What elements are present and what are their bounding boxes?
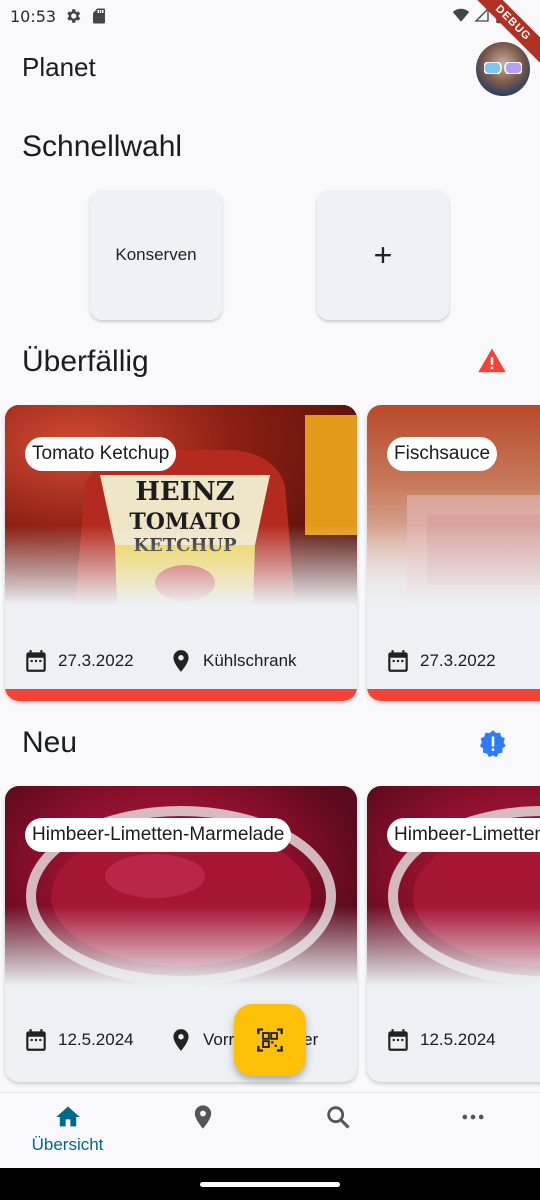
signal-icon — [474, 7, 489, 22]
card-meta: 12.5.2024 — [385, 1026, 540, 1054]
warning-icon — [478, 348, 506, 373]
bottom-navigation: Übersicht — [0, 1092, 540, 1168]
svg-text:HEINZ: HEINZ — [135, 477, 234, 507]
quick-select-title: Schnellwahl — [22, 130, 183, 163]
nav-item-overview[interactable]: Übersicht — [0, 1093, 135, 1168]
overdue-card[interactable]: Fischsauce 27.3.2022 — [367, 405, 540, 701]
nav-item-locations[interactable] — [135, 1093, 270, 1168]
app-screen: 10:53 DEBUG Planet Schnellwahl Konserven… — [0, 0, 540, 1200]
scan-qr-fab[interactable] — [234, 1004, 306, 1076]
calendar-icon — [26, 1029, 46, 1051]
settings-icon — [67, 9, 81, 23]
new-badge-icon — [479, 730, 506, 758]
battery-icon — [496, 6, 504, 24]
card-image-fade — [5, 525, 357, 605]
card-image-fade — [367, 525, 540, 605]
wifi-icon — [452, 8, 470, 22]
nav-item-more[interactable] — [405, 1093, 540, 1168]
new-title: Neu — [22, 726, 78, 759]
calendar-icon — [388, 1029, 408, 1051]
quick-select-tile-konserven[interactable]: Konserven — [90, 190, 222, 320]
home-gesture-pill[interactable] — [200, 1182, 340, 1187]
quick-select-add-button[interactable]: + — [317, 190, 449, 320]
card-location: Kühlschrank — [168, 648, 297, 674]
card-title-chip: Fischsauce — [387, 437, 498, 471]
app-title: Planet — [22, 52, 96, 82]
home-icon — [55, 1106, 80, 1127]
card-meta: 27.3.2022 Kühlschrank — [23, 647, 339, 675]
card-date-text: 27.3.2022 — [58, 651, 134, 670]
location-pin-icon — [194, 1105, 211, 1129]
card-date-text: 12.5.2024 — [420, 1030, 496, 1049]
status-time: 10:53 — [10, 6, 57, 26]
card-date: 27.3.2022 — [385, 648, 530, 674]
nav-item-search[interactable] — [270, 1093, 405, 1168]
card-date: 27.3.2022 — [23, 648, 168, 674]
card-meta: 27.3.2022 — [385, 647, 540, 675]
calendar-icon — [388, 650, 408, 672]
card-title-chip: Tomato Ketchup — [25, 437, 177, 471]
card-date: 12.5.2024 — [385, 1027, 530, 1053]
card-date: 12.5.2024 — [23, 1027, 168, 1053]
overdue-stripe — [367, 689, 540, 701]
calendar-icon — [26, 650, 46, 672]
card-date-text: 27.3.2022 — [420, 651, 496, 670]
sd-card-icon — [93, 8, 106, 24]
card-location-text: Kühlschrank — [203, 651, 297, 670]
location-pin-icon — [173, 1029, 189, 1051]
card-image-fade — [5, 906, 357, 986]
status-icons — [452, 6, 506, 24]
new-card[interactable]: Himbeer-Limetten-Marmelade 12.5.2024 — [367, 786, 540, 1082]
app-bar: Planet — [0, 40, 540, 100]
more-icon — [462, 1114, 483, 1120]
overdue-stripe — [5, 689, 357, 701]
status-bar: 10:53 — [0, 0, 540, 32]
avatar-glasses — [484, 62, 522, 74]
avatar[interactable] — [476, 42, 530, 96]
card-image-fade — [367, 906, 540, 986]
search-icon — [326, 1106, 350, 1129]
system-navigation-bar — [0, 1168, 540, 1200]
card-title-chip: Himbeer-Limetten-Marmelade — [387, 818, 540, 852]
card-title-chip: Himbeer-Limetten-Marmelade — [25, 818, 292, 852]
overdue-card[interactable]: HEINZ TOMATO KETCHUP Tomato Ketchup 27.3… — [5, 405, 357, 701]
location-pin-icon — [173, 650, 189, 672]
overdue-title: Überfällig — [22, 345, 149, 378]
qr-scan-icon — [257, 1028, 283, 1052]
card-date-text: 12.5.2024 — [58, 1030, 134, 1049]
nav-label-overview: Übersicht — [31, 1135, 104, 1154]
